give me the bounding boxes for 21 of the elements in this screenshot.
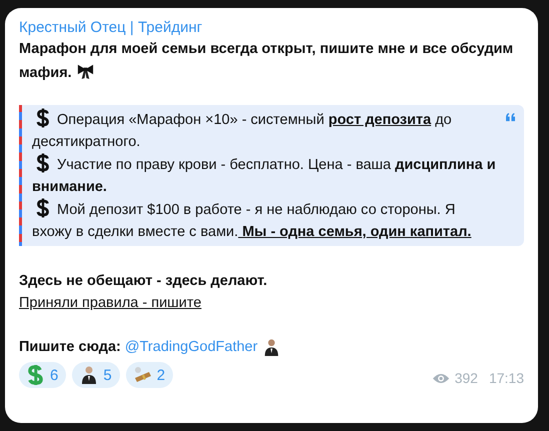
- message-text: Марафон для моей семьи всегда открыт, пишите мне и все обсудим мафия.: [19, 40, 514, 83]
- quote-paragraph: Участие по праву крови - бесплатно. Цена - ваша дисциплина и внимание.: [32, 153, 498, 198]
- quote-paragraph: Операция «Марафон ×10» - системный рост депозита до десятикратного.: [32, 108, 498, 153]
- dollar-icon: [35, 108, 51, 128]
- eye-icon: [432, 372, 450, 384]
- reaction-button[interactable]: 2: [126, 362, 174, 388]
- rules-link[interactable]: Приняли правила - пишите: [19, 292, 202, 314]
- cigar-icon: [132, 365, 153, 385]
- dollar-icon: [35, 198, 51, 218]
- reaction-button[interactable]: 6: [19, 362, 66, 388]
- quote-paragraph: Мой депозит $100 в работе - я не наблюдаю со стороны. Я вхожу в сделки вместе с вами. Мы - одна семья, один капитал.: [32, 198, 498, 243]
- channel-name[interactable]: Крестный Отец | Трейдинг: [19, 18, 524, 38]
- dollar-icon: [35, 153, 51, 173]
- message-time: 17:13: [488, 370, 524, 386]
- dollar-icon: [26, 365, 46, 385]
- username-link[interactable]: @TradingGodFather: [124, 336, 258, 358]
- contact-label: Пишите сюда:: [19, 338, 121, 357]
- slogan-text: Здесь не обещают - здесь делают.: [19, 272, 268, 291]
- reaction-button[interactable]: 5: [72, 362, 120, 388]
- view-count: 392: [454, 370, 478, 386]
- quote-mark-icon: [505, 113, 516, 122]
